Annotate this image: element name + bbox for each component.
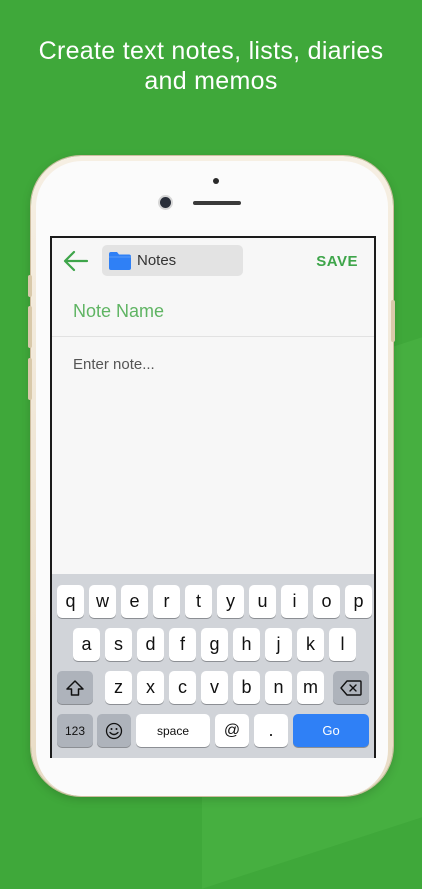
key-q[interactable]: q: [57, 585, 84, 618]
folder-selector[interactable]: Notes: [102, 245, 243, 276]
key-m[interactable]: m: [297, 671, 324, 704]
power-button: [391, 300, 395, 342]
backspace-icon: [340, 679, 362, 696]
onscreen-keyboard: q w e r t y u i o p a s d f g h j k l z …: [52, 574, 374, 758]
editor-toolbar: Notes SAVE: [52, 238, 374, 286]
note-name-placeholder: Note Name: [73, 301, 165, 321]
emoji-key[interactable]: [97, 714, 131, 747]
proximity-sensor: [213, 178, 219, 184]
shift-key[interactable]: [57, 671, 93, 704]
mute-switch: [28, 275, 32, 297]
key-x[interactable]: x: [137, 671, 164, 704]
key-e[interactable]: e: [121, 585, 148, 618]
key-n[interactable]: n: [265, 671, 292, 704]
emoji-icon: [105, 722, 123, 739]
volume-up-button: [28, 306, 32, 348]
note-body-input[interactable]: Enter note...: [73, 356, 155, 373]
go-key[interactable]: Go: [293, 714, 369, 747]
volume-down-button: [28, 358, 32, 400]
key-s[interactable]: s: [105, 628, 132, 661]
shift-arrow-icon: [66, 679, 84, 696]
headline-line-1: Create text notes, lists, diaries: [38, 37, 384, 65]
key-a[interactable]: a: [73, 628, 100, 661]
key-i[interactable]: i: [281, 585, 308, 618]
arrow-left-icon: [63, 250, 89, 272]
note-name-input[interactable]: Note Name: [52, 286, 374, 337]
key-k[interactable]: k: [297, 628, 324, 661]
key-r[interactable]: r: [153, 585, 180, 618]
space-key[interactable]: space: [136, 714, 210, 747]
dot-key[interactable]: .: [254, 714, 288, 747]
key-b[interactable]: b: [233, 671, 260, 704]
key-p[interactable]: p: [345, 585, 372, 618]
back-button[interactable]: [62, 248, 90, 274]
delete-key[interactable]: [333, 671, 369, 704]
key-l[interactable]: l: [329, 628, 356, 661]
key-v[interactable]: v: [201, 671, 228, 704]
promo-headline: Create text notes, lists, diaries and me…: [0, 36, 422, 96]
key-w[interactable]: w: [89, 585, 116, 618]
key-g[interactable]: g: [201, 628, 228, 661]
key-u[interactable]: u: [249, 585, 276, 618]
save-button[interactable]: SAVE: [316, 253, 358, 270]
key-z[interactable]: z: [105, 671, 132, 704]
key-d[interactable]: d: [137, 628, 164, 661]
key-y[interactable]: y: [217, 585, 244, 618]
numbers-key[interactable]: 123: [57, 714, 93, 747]
key-o[interactable]: o: [313, 585, 340, 618]
folder-icon: [109, 252, 131, 270]
key-c[interactable]: c: [169, 671, 196, 704]
app-screen: Notes SAVE Note Name Enter note... q w e…: [50, 236, 376, 758]
key-t[interactable]: t: [185, 585, 212, 618]
front-camera: [160, 197, 171, 208]
headline-line-2: and memos: [144, 67, 278, 95]
folder-label: Notes: [137, 252, 177, 269]
key-j[interactable]: j: [265, 628, 292, 661]
key-h[interactable]: h: [233, 628, 260, 661]
earpiece-speaker: [193, 201, 241, 205]
key-f[interactable]: f: [169, 628, 196, 661]
at-key[interactable]: @: [215, 714, 249, 747]
